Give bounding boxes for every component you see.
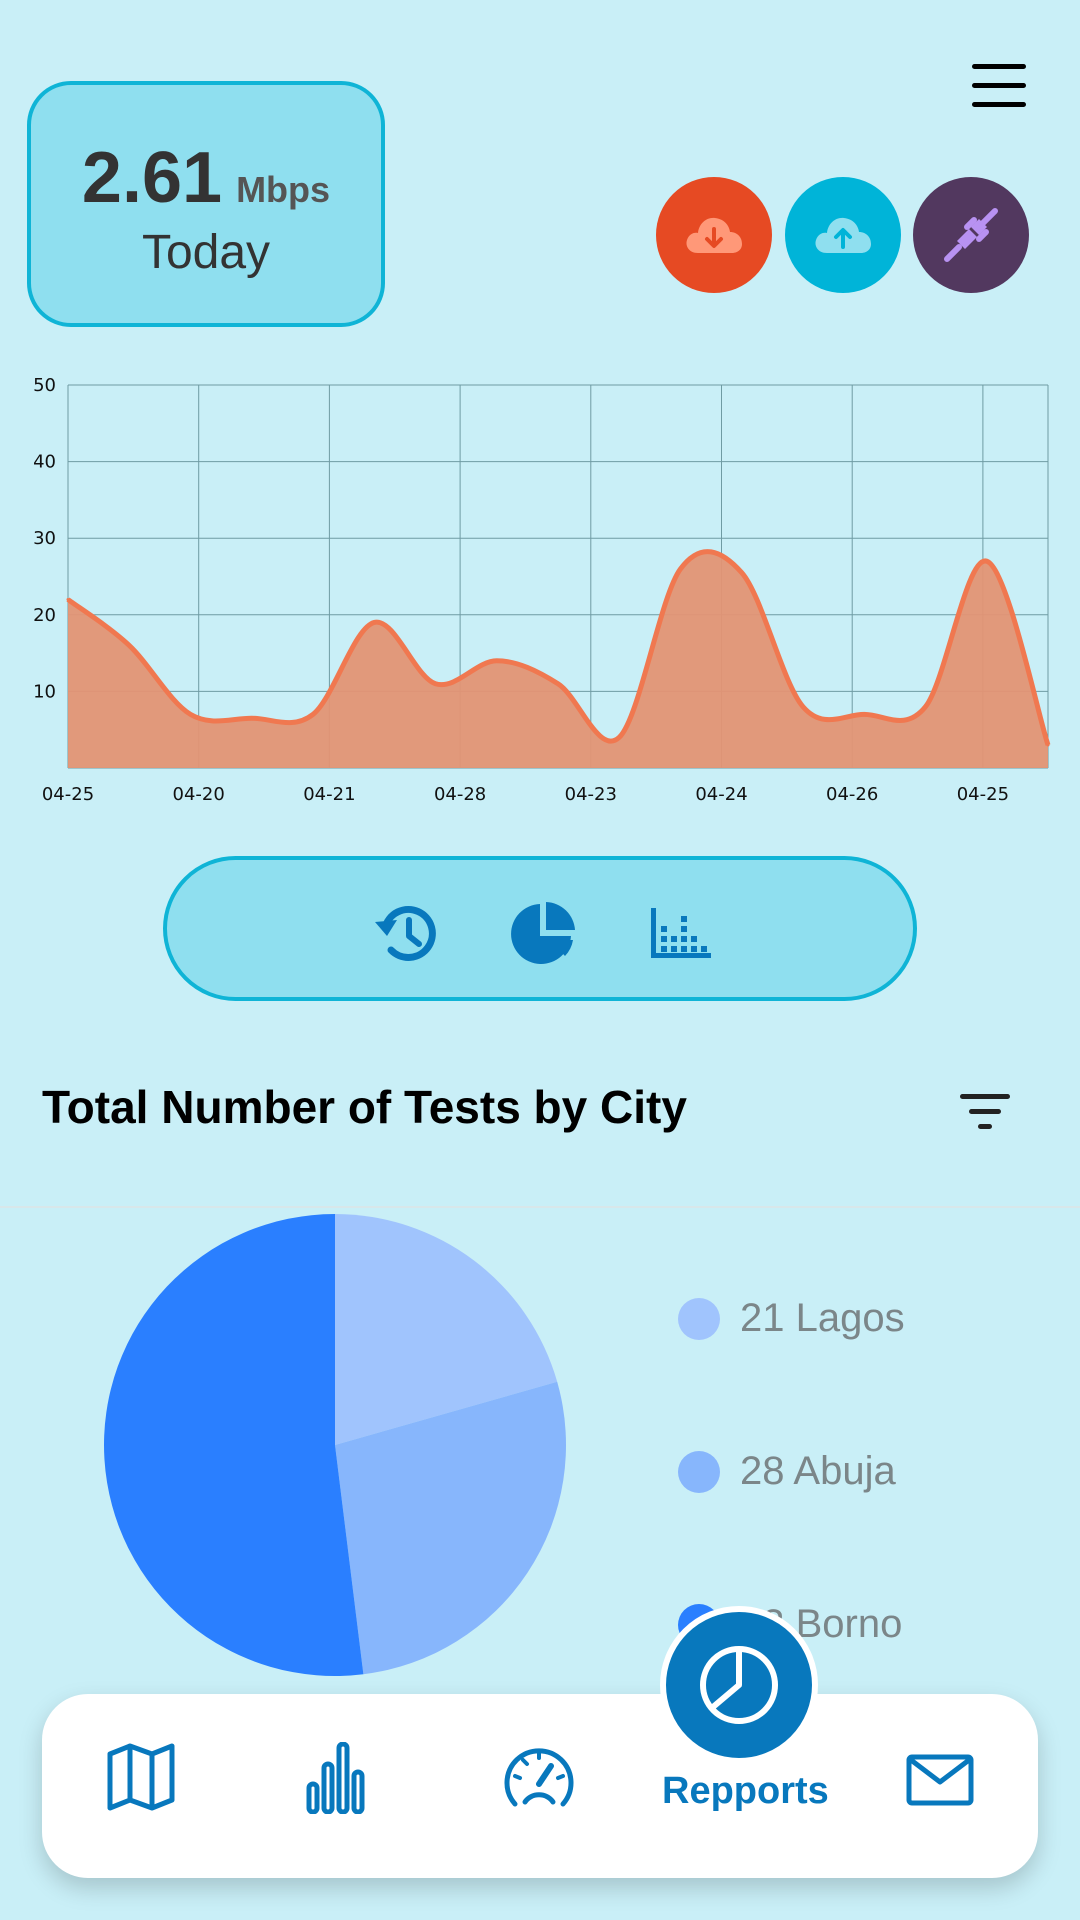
upload-button[interactable] <box>785 177 901 293</box>
nav-mail[interactable] <box>906 1754 974 1811</box>
mail-icon <box>906 1754 974 1806</box>
speed-value: 2.61 <box>81 138 223 218</box>
legend-item-lagos: 21 Lagos <box>678 1296 905 1341</box>
chart-point <box>250 716 254 720</box>
chart-point <box>556 682 560 686</box>
chart-point <box>495 659 499 663</box>
today-speed-card: 2.61 Mbps Today <box>27 81 385 327</box>
legend-item-abuja: 28 Abuja <box>678 1449 896 1494</box>
chart-area-fill <box>68 551 1048 768</box>
y-tick-label: 30 <box>33 528 56 549</box>
x-tick-label: 04-25 <box>42 784 94 805</box>
chart-point <box>862 712 866 716</box>
chart-point <box>311 712 315 716</box>
speed-history-chart: 10 20 30 40 50 04-25 04-20 04-21 04-28 04-23 04-24… <box>33 375 1051 805</box>
bottom-navigation: Repports <box>42 1694 1038 1878</box>
nav-map[interactable] <box>106 1742 176 1817</box>
bar-chart-icon <box>306 1741 365 1815</box>
history-button[interactable] <box>371 898 441 968</box>
cloud-upload-icon <box>815 217 871 253</box>
bar-chart-button[interactable] <box>647 898 717 968</box>
chart-point <box>434 682 437 686</box>
divider <box>0 1206 1080 1208</box>
chart-point <box>985 559 989 563</box>
legend-label: 21 Lagos <box>740 1296 905 1340</box>
map-icon <box>107 1743 175 1811</box>
x-tick-label: 04-25 <box>957 784 1009 805</box>
speedometer-icon <box>504 1748 574 1807</box>
chart-point <box>372 620 376 624</box>
nav-speedtest[interactable] <box>503 1744 575 1815</box>
y-tick-label: 20 <box>33 605 56 626</box>
y-tick-label: 40 <box>33 452 56 473</box>
chart-point <box>127 643 131 647</box>
chart-point <box>1046 743 1050 747</box>
hamburger-menu-icon[interactable] <box>968 58 1032 114</box>
nav-reports-label[interactable]: Repports <box>662 1770 829 1813</box>
bar-chart-icon <box>651 908 711 958</box>
history-icon <box>375 905 436 961</box>
y-tick-label: 10 <box>33 681 56 702</box>
chart-point <box>66 597 70 601</box>
chart-point <box>740 571 744 575</box>
chart-point <box>924 705 927 709</box>
chart-point <box>801 705 805 709</box>
pie-chart-icon <box>700 1646 778 1724</box>
x-tick-label: 04-20 <box>173 784 225 805</box>
nav-reports[interactable] <box>660 1606 818 1764</box>
legend-dot <box>678 1297 720 1340</box>
x-tick-label: 04-26 <box>826 784 878 805</box>
download-button[interactable] <box>656 177 772 293</box>
connection-button[interactable] <box>913 177 1029 293</box>
plug-icon <box>944 208 998 262</box>
tests-by-city-pie <box>104 1214 566 1676</box>
pie-slice-borno[interactable] <box>104 1214 364 1676</box>
chart-point <box>189 712 192 716</box>
section-title: Total Number of Tests by City <box>42 1081 687 1133</box>
cloud-download-icon <box>686 217 742 253</box>
chart-point <box>617 735 621 739</box>
speed-unit: Mbps <box>236 169 331 210</box>
x-tick-label: 04-23 <box>565 784 617 805</box>
legend-label: 28 Abuja <box>740 1449 896 1493</box>
x-tick-label: 04-24 <box>695 784 747 805</box>
x-tick-label: 04-21 <box>303 784 355 805</box>
pie-chart-button[interactable] <box>509 898 579 968</box>
x-tick-label: 04-28 <box>434 784 486 805</box>
view-switcher-toolbar <box>163 856 917 1001</box>
y-tick-label: 50 <box>33 375 56 396</box>
filter-icon[interactable] <box>956 1090 1016 1134</box>
legend-dot <box>678 1450 720 1493</box>
speed-period-label: Today <box>141 226 271 279</box>
chart-point <box>679 567 682 571</box>
nav-stats[interactable] <box>305 1741 369 1819</box>
pie-chart-icon <box>511 902 575 964</box>
